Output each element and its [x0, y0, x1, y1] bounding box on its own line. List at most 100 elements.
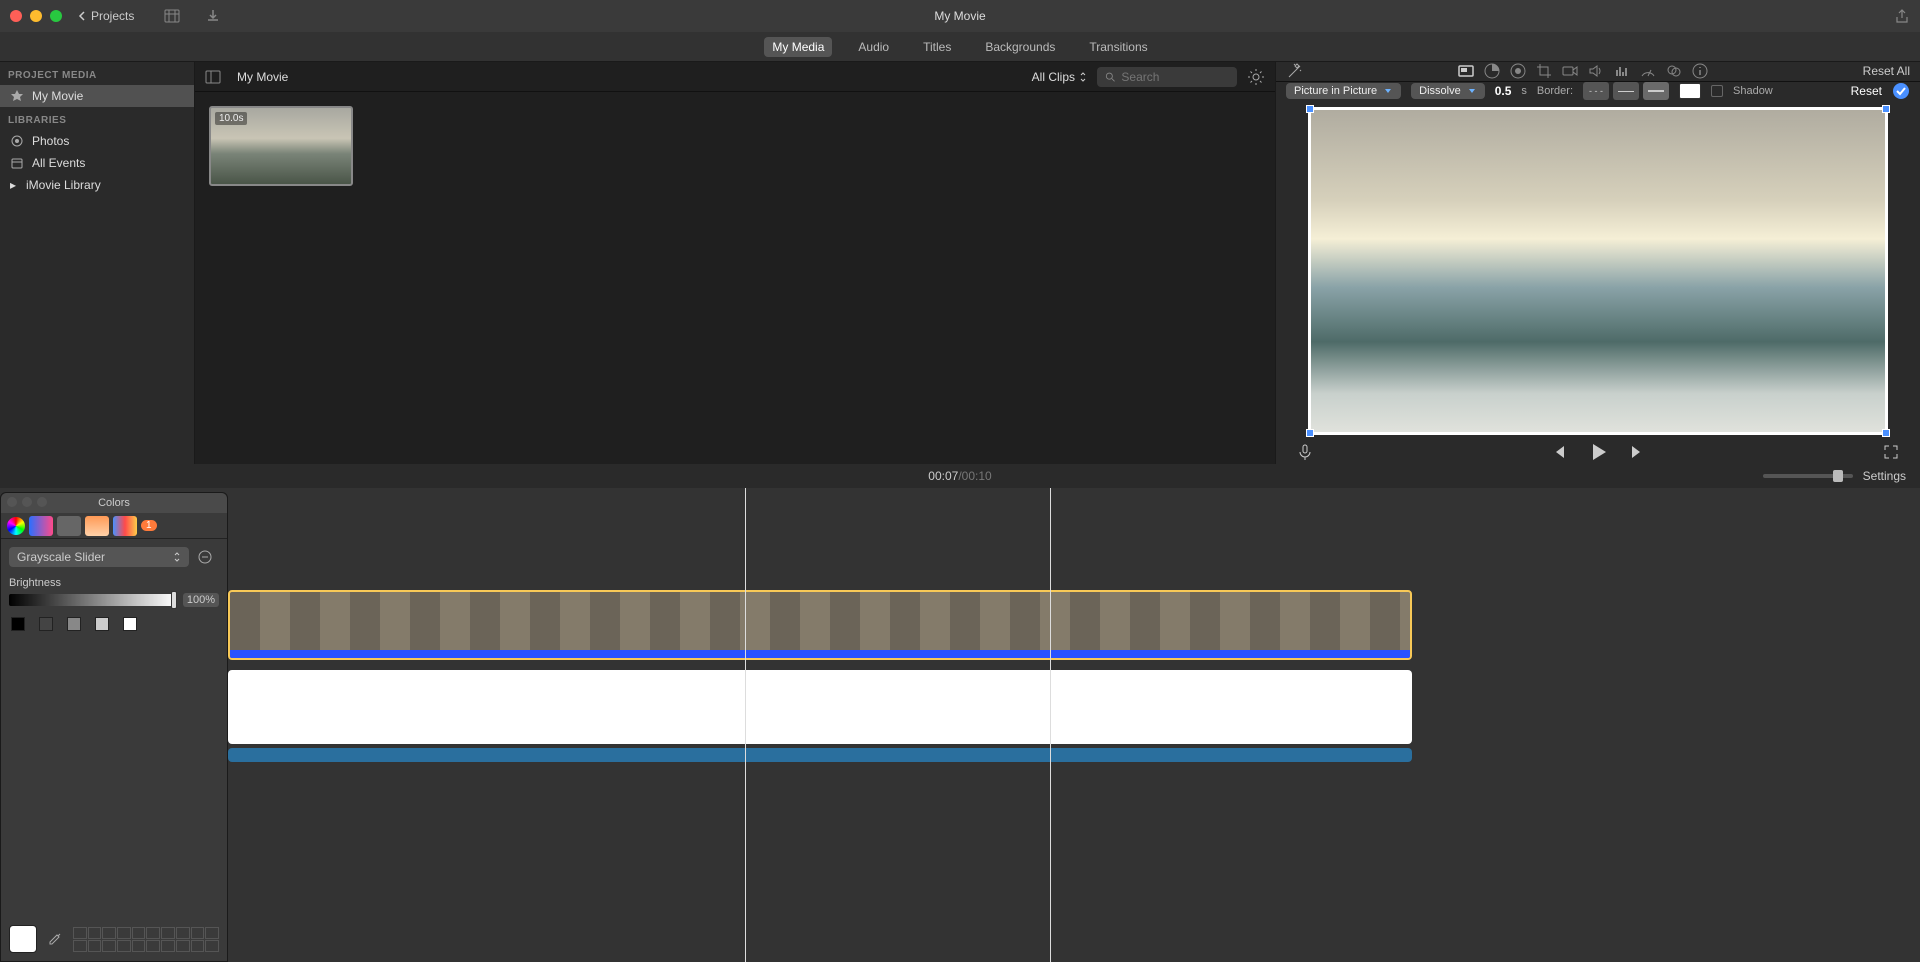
swatch-black[interactable]: [11, 617, 25, 631]
resize-handle-bl[interactable]: [1306, 429, 1314, 437]
sidebar-label: Photos: [32, 134, 69, 148]
noise-reduction-button[interactable]: [1613, 62, 1631, 80]
color-correction-button[interactable]: [1509, 62, 1527, 80]
clips-filter-dropdown[interactable]: All Clips: [1032, 70, 1087, 84]
color-palettes-tab[interactable]: [57, 516, 81, 536]
tab-audio[interactable]: Audio: [850, 37, 897, 57]
fullscreen-icon[interactable]: [50, 10, 62, 22]
crop-icon: [1535, 62, 1553, 80]
prev-button[interactable]: [1549, 443, 1567, 461]
color-wheel-tab[interactable]: [7, 517, 25, 535]
clips-filter-label: All Clips: [1032, 70, 1075, 84]
swatch-light-gray[interactable]: [95, 617, 109, 631]
sidebar-label: iMovie Library: [26, 178, 101, 192]
overlay-tool-button[interactable]: [1457, 62, 1475, 80]
library-icon[interactable]: [164, 8, 180, 24]
border-width-options: - - -: [1583, 82, 1669, 100]
background-clip[interactable]: [228, 670, 1412, 744]
brightness-value[interactable]: 100%: [183, 593, 219, 607]
tab-my-media[interactable]: My Media: [764, 37, 832, 57]
color-balance-button[interactable]: [1483, 62, 1501, 80]
sidebar-toggle-icon[interactable]: [205, 69, 221, 85]
sidebar-item-photos[interactable]: Photos: [0, 130, 194, 152]
tab-backgrounds[interactable]: Backgrounds: [977, 37, 1063, 57]
action-icon[interactable]: [197, 549, 213, 565]
border-color-well[interactable]: [1679, 83, 1701, 99]
share-icon[interactable]: [1894, 8, 1910, 24]
gear-icon[interactable]: [1247, 68, 1265, 86]
back-to-projects[interactable]: Projects: [77, 9, 134, 23]
apply-icon[interactable]: [1892, 82, 1910, 100]
search-input[interactable]: [1121, 70, 1229, 84]
resize-handle-tl[interactable]: [1306, 105, 1314, 113]
overlay-type-label: Picture in Picture: [1294, 85, 1377, 97]
chevron-down-icon: [1467, 86, 1477, 96]
sidebar-item-imovie-library[interactable]: ▸ iMovie Library: [0, 174, 194, 196]
shadow-checkbox[interactable]: [1711, 85, 1723, 97]
timeline-settings-button[interactable]: Settings: [1863, 469, 1906, 483]
crop-button[interactable]: [1535, 62, 1553, 80]
panel-zoom-icon[interactable]: [37, 497, 47, 507]
colors-titlebar[interactable]: Colors: [1, 493, 227, 513]
speed-button[interactable]: [1639, 62, 1657, 80]
transition-label: Dissolve: [1419, 85, 1461, 97]
zoom-slider[interactable]: [1763, 474, 1853, 478]
zoom-knob[interactable]: [1833, 470, 1843, 482]
import-icon[interactable]: [205, 8, 221, 24]
libraries-header: LIBRARIES: [0, 107, 194, 130]
swatch-dark-gray[interactable]: [39, 617, 53, 631]
voiceover-button[interactable]: [1296, 443, 1314, 461]
playhead[interactable]: [745, 488, 746, 962]
minimize-icon[interactable]: [30, 10, 42, 22]
sidebar-item-my-movie[interactable]: My Movie: [0, 85, 194, 107]
brightness-slider[interactable]: [9, 594, 175, 606]
color-sliders-tab[interactable]: [29, 516, 53, 536]
color-balance-icon: [1483, 62, 1501, 80]
info-button[interactable]: [1691, 62, 1709, 80]
border-medium-button[interactable]: [1643, 82, 1669, 100]
transition-dropdown[interactable]: Dissolve: [1411, 83, 1485, 99]
overlay-type-dropdown[interactable]: Picture in Picture: [1286, 83, 1401, 99]
fullscreen-button[interactable]: [1882, 443, 1900, 461]
chevron-down-icon: [1383, 86, 1393, 96]
timeline-tracks[interactable]: [0, 488, 1920, 962]
clip-duration: 10.0s: [215, 112, 247, 125]
transition-duration-value[interactable]: 0.5: [1495, 84, 1512, 98]
secondary-playhead[interactable]: [1050, 488, 1051, 962]
sidebar-item-all-events[interactable]: All Events: [0, 152, 194, 174]
play-button[interactable]: [1587, 441, 1609, 463]
media-clip-thumbnail[interactable]: 10.0s: [209, 106, 353, 186]
border-thin-button[interactable]: [1613, 82, 1639, 100]
pip-frame[interactable]: [1308, 107, 1888, 435]
border-none-button[interactable]: - - -: [1583, 82, 1609, 100]
tab-titles[interactable]: Titles: [915, 37, 959, 57]
next-button[interactable]: [1629, 443, 1647, 461]
search-box[interactable]: [1097, 67, 1237, 87]
swatch-white[interactable]: [123, 617, 137, 631]
reset-button[interactable]: Reset: [1851, 84, 1882, 98]
panel-close-icon[interactable]: [7, 497, 17, 507]
pencils-tab[interactable]: [113, 516, 137, 536]
panel-minimize-icon[interactable]: [22, 497, 32, 507]
eyedropper-icon[interactable]: [47, 931, 63, 947]
saved-colors-grid[interactable]: [73, 927, 219, 952]
resize-handle-br[interactable]: [1882, 429, 1890, 437]
resize-handle-tr[interactable]: [1882, 105, 1890, 113]
updown-icon: [1079, 72, 1087, 82]
tab-transitions[interactable]: Transitions: [1081, 37, 1155, 57]
clip-filter-button[interactable]: [1665, 62, 1683, 80]
swatch-gray[interactable]: [67, 617, 81, 631]
volume-button[interactable]: [1587, 62, 1605, 80]
shadow-label: Shadow: [1733, 85, 1773, 97]
audio-clip[interactable]: [228, 748, 1412, 762]
slider-mode-dropdown[interactable]: Grayscale Slider: [9, 547, 189, 567]
reset-all-button[interactable]: Reset All: [1863, 64, 1910, 78]
enhance-icon[interactable]: [1286, 62, 1304, 80]
brightness-knob[interactable]: [171, 591, 177, 609]
current-color-well[interactable]: [9, 925, 37, 953]
video-clip[interactable]: [228, 590, 1412, 660]
expand-icon: [1882, 443, 1900, 461]
image-palettes-tab[interactable]: [85, 516, 109, 536]
close-icon[interactable]: [10, 10, 22, 22]
stabilization-button[interactable]: [1561, 62, 1579, 80]
